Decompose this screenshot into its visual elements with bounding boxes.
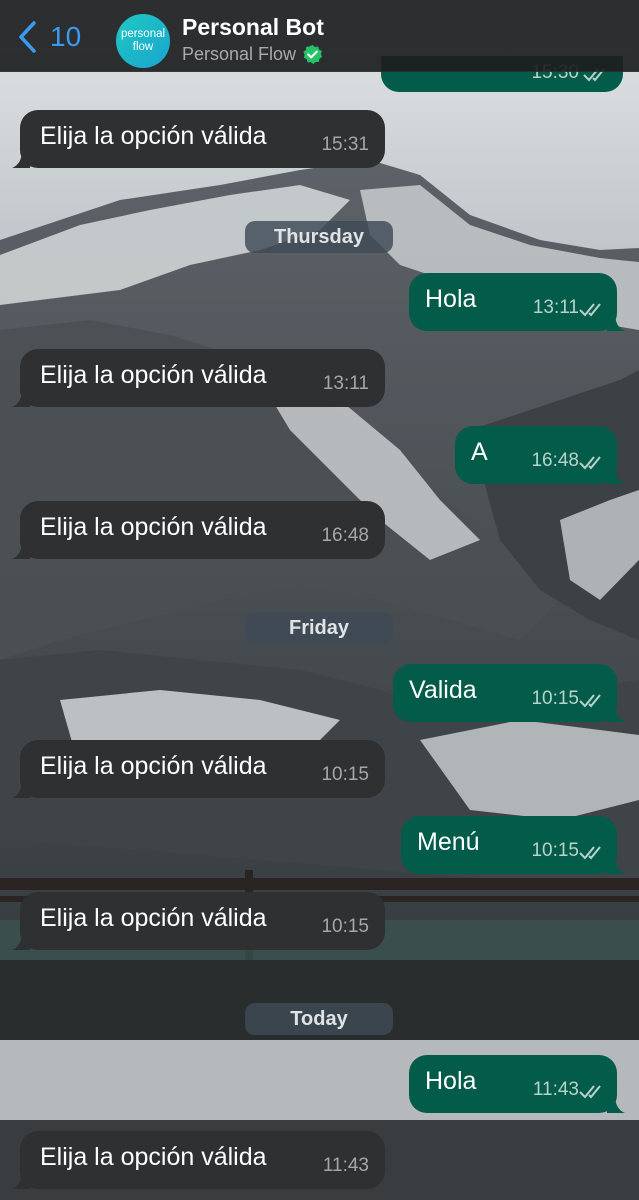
outgoing-message[interactable]: Valida 10:15 [393,664,625,722]
bubble-tail [607,856,625,874]
date-separator: Today [245,1003,393,1035]
date-separator: Friday [245,612,393,644]
message-text: Hola [425,1067,477,1095]
message-time: 11:43 [322,1155,369,1176]
message-text: A [471,438,488,466]
message-text: Elija la opción válida [40,1143,267,1171]
double-check-icon [579,303,601,317]
message-time: 10:15 [321,916,369,937]
outgoing-message[interactable]: Hola 11:43 [409,1055,625,1113]
bubble-tail [12,780,30,798]
message-time: 16:48 [531,450,579,471]
chat-header: 10 personal flow Personal Bot Personal F… [0,0,639,72]
bubble-tail [12,150,30,168]
verified-badge-icon [303,44,323,65]
message-text: Elija la opción válida [40,904,267,932]
bubble-tail [607,704,625,722]
incoming-message[interactable]: Elija la opción válida 10:15 [12,892,385,950]
incoming-message[interactable]: Elija la opción válida 15:31 [12,110,385,168]
bubble-tail [607,1095,625,1113]
bubble-tail [12,389,30,407]
bubble-tail [607,313,625,331]
double-check-icon [579,694,601,708]
bubble-tail [607,466,625,484]
chat-subtitle: Personal Flow [182,44,323,65]
outgoing-message[interactable]: Menú 10:15 [401,816,625,874]
avatar-text: personal [120,28,166,40]
message-text: Elija la opción válida [40,122,267,150]
bubble-tail [12,541,30,559]
message-time: 13:11 [532,297,579,318]
message-text: Elija la opción válida [40,361,267,389]
double-check-icon [579,846,601,860]
avatar[interactable]: personal flow [116,14,170,68]
message-text: Valida [409,676,477,704]
message-text: Elija la opción válida [40,513,267,541]
date-separator: Thursday [245,221,393,253]
chat-title[interactable]: Personal Bot [182,14,324,41]
message-time: 10:15 [321,764,369,785]
incoming-message[interactable]: Elija la opción válida 11:43 [12,1131,385,1189]
incoming-message[interactable]: Elija la opción válida 10:15 [12,740,385,798]
message-time: 10:15 [531,688,579,709]
double-check-icon [579,1085,601,1099]
message-text: Menú [417,828,480,856]
avatar-text: flow [132,41,154,53]
back-button[interactable]: 10 [16,20,81,54]
message-time: 13:11 [322,373,369,394]
incoming-message[interactable]: Elija la opción válida 13:11 [12,349,385,407]
bubble-tail [12,1171,30,1189]
outgoing-message[interactable]: A 16:48 [455,426,625,484]
message-text: Elija la opción válida [40,752,267,780]
message-time: 10:15 [531,840,579,861]
outgoing-message[interactable]: Hola 13:11 [409,273,625,331]
double-check-icon [579,456,601,470]
bubble-tail [12,932,30,950]
chat-subtitle-text: Personal Flow [182,44,297,64]
unread-count: 10 [50,21,82,52]
message-time: 15:31 [321,134,369,155]
back-chevron-icon [19,21,36,53]
message-time: 11:43 [532,1079,579,1100]
message-time: 16:48 [321,525,369,546]
message-text: Hola [425,285,477,313]
incoming-message[interactable]: Elija la opción válida 16:48 [12,501,385,559]
